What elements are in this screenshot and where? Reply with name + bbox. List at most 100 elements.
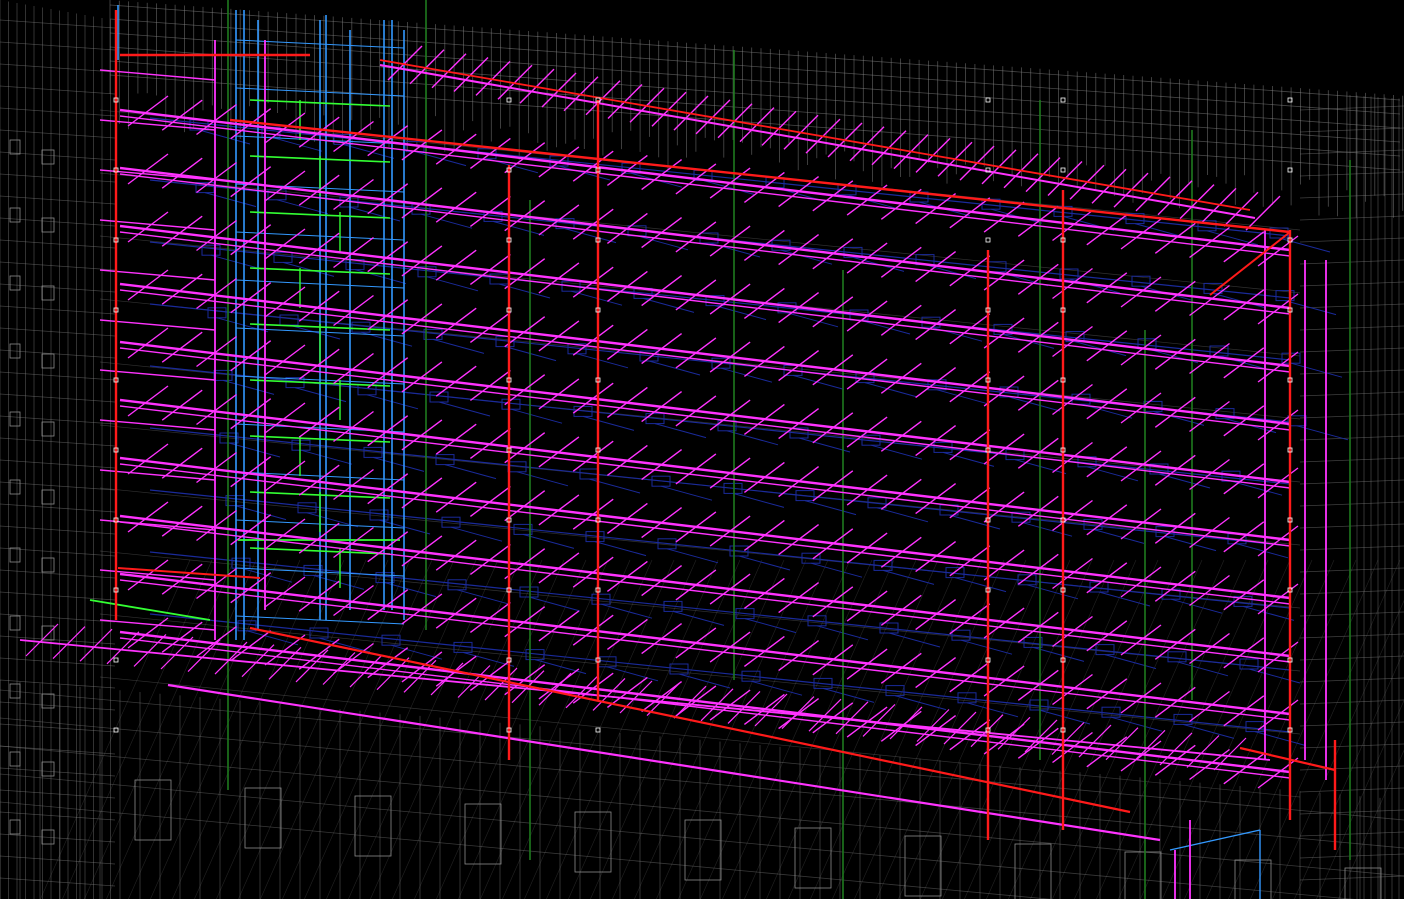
sprinkler-branch: [572, 324, 614, 356]
sprinkler-main-run: [119, 514, 1291, 658]
sprinkler-branch: [1257, 525, 1299, 557]
sprinkler-branch: [606, 386, 648, 418]
sprinkler-branch: [709, 631, 751, 663]
sprinkler-branch: [606, 502, 648, 534]
duct-run: [234, 505, 287, 521]
sprinkler-branch: [606, 444, 648, 476]
sprinkler-branch: [743, 635, 785, 667]
duct-run: [588, 478, 641, 494]
left-window: [41, 421, 55, 437]
duct-run: [1092, 528, 1145, 544]
duct-run: [642, 297, 695, 313]
right-mass-floor: [1299, 589, 1404, 595]
left-window: [9, 819, 21, 835]
left-window: [41, 353, 55, 369]
duct-run: [576, 353, 629, 369]
duct-run: [1284, 300, 1337, 316]
duct-run: [222, 379, 275, 395]
slab-grid-line: [282, 559, 433, 899]
duct-main: [149, 489, 1291, 609]
slab-grid-line: [502, 559, 653, 899]
duct-unit: [357, 384, 377, 396]
sprinkler-branch: [99, 319, 216, 331]
duct-run: [372, 456, 425, 472]
duct-run: [456, 589, 509, 605]
sprinkler-branch: [572, 556, 614, 588]
sprinkler-branch: [675, 453, 717, 485]
sprinkler-branch: [675, 221, 717, 253]
left-window: [9, 207, 21, 223]
footing: [574, 811, 612, 873]
left-window: [41, 557, 55, 573]
sprinkler-branch: [675, 511, 717, 543]
slab-grid-line: [1294, 649, 1404, 899]
duct-run: [600, 603, 653, 619]
sprinkler-branch: [484, 667, 518, 701]
sprinkler-branch: [646, 683, 680, 717]
duct-run: [432, 338, 485, 354]
sprinkler-branch: [778, 640, 820, 672]
duct-main: [149, 427, 1291, 547]
slab-grid-line: [634, 559, 785, 899]
duct-run: [660, 485, 713, 501]
sprinkler-branch: [1257, 467, 1299, 499]
left-window: [9, 411, 21, 427]
building-wireframe: [0, 0, 1404, 899]
sprinkler-branch: [675, 337, 717, 369]
sprinkler-branch: [1257, 699, 1299, 731]
duct-run: [420, 213, 473, 229]
duct-run: [438, 401, 491, 417]
sprinkler-branch: [572, 440, 614, 472]
sprinkler-branch: [778, 524, 820, 556]
sprinkler-branch: [778, 234, 820, 266]
duct-run: [1290, 362, 1343, 378]
left-window: [41, 217, 55, 233]
left-window: [9, 139, 21, 155]
duct-run: [510, 408, 563, 424]
riser-valve: [506, 97, 512, 103]
sprinkler-branch: [52, 626, 86, 660]
sprinkler-branch: [1105, 727, 1139, 761]
duct-run: [810, 562, 863, 578]
right-mass-floor: [1299, 259, 1404, 265]
sprinkler-branch: [641, 449, 683, 481]
right-mass-floor: [1299, 281, 1404, 287]
left-window: [9, 275, 21, 291]
sprinkler-branch: [743, 461, 785, 493]
sprinkler-main-run: [167, 683, 1161, 842]
sprinkler-branch: [778, 582, 820, 614]
sprinkler-branch: [572, 266, 614, 298]
sprinkler-branch: [675, 569, 717, 601]
facade-transom: [109, 4, 1401, 101]
duct-run: [1248, 668, 1301, 684]
sprinkler-branch: [675, 627, 717, 659]
duct-run: [792, 374, 845, 390]
sprinkler-branch: [641, 507, 683, 539]
right-mass-floor: [1299, 215, 1404, 221]
facade-transom: [109, 18, 1401, 115]
sprinkler-main-run: [119, 521, 1291, 663]
right-mass-floor: [1299, 501, 1404, 507]
slab-grid-line: [1228, 559, 1379, 899]
sprinkler-main-run: [119, 405, 1291, 547]
duct-run: [1176, 661, 1229, 677]
left-window: [41, 285, 55, 301]
mep-3d-model: [0, 0, 1404, 899]
left-window: [9, 547, 21, 563]
sprinkler-main-run: [119, 289, 1291, 431]
duct-run: [804, 500, 857, 516]
sprinkler-branch: [754, 693, 788, 727]
sprinkler-branch: [709, 515, 751, 547]
duct-unit: [213, 369, 233, 381]
slab-grid-line: [260, 559, 411, 899]
sprinkler-branch: [106, 631, 140, 665]
sprinkler-main-run: [119, 282, 1291, 426]
footing: [464, 803, 502, 865]
3d-model-viewport[interactable]: [0, 0, 1404, 899]
right-mass-floor: [1299, 149, 1404, 155]
slab-grid-line: [744, 559, 895, 899]
sprinkler-branch: [743, 345, 785, 377]
duct-run: [450, 526, 503, 542]
sprinkler-main-run: [119, 398, 1291, 542]
sprinkler-branch: [519, 68, 555, 104]
